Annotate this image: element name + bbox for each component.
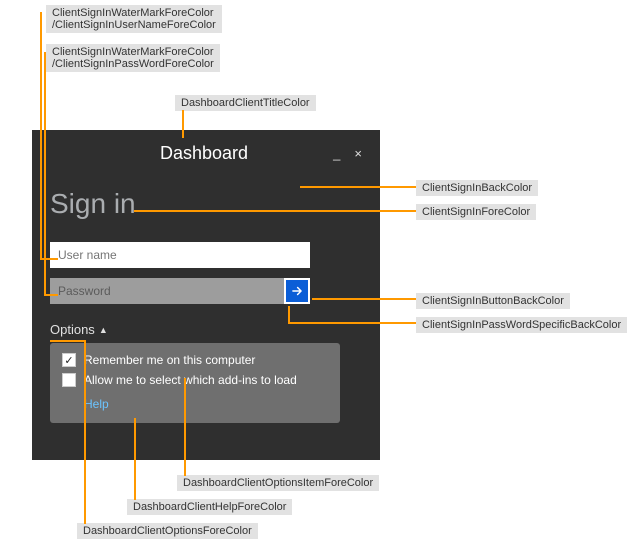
remember-label: Remember me on this computer	[84, 353, 255, 367]
help-link[interactable]: Help	[84, 397, 109, 411]
options-toggle[interactable]: Options ▲	[50, 322, 362, 337]
options-toggle-label: Options	[50, 322, 95, 337]
label-options-item-fore: DashboardClientOptionsItemForeColor	[177, 475, 379, 491]
minimize-icon[interactable]: _	[333, 146, 340, 161]
connector	[50, 340, 86, 342]
password-input[interactable]	[50, 278, 284, 304]
window-controls: _ ×	[333, 146, 362, 161]
options-panel: ✓ Remember me on this computer Allow me …	[50, 343, 340, 423]
label-watermark-pass-fore: ClientSignInWaterMarkForeColor /ClientSi…	[46, 44, 220, 72]
addins-row[interactable]: Allow me to select which add-ins to load	[62, 373, 328, 387]
connector	[134, 418, 136, 500]
connector	[184, 378, 186, 476]
connector	[182, 110, 184, 138]
connector	[40, 12, 42, 260]
label-watermark-user-fore: ClientSignInWaterMarkForeColor /ClientSi…	[46, 5, 222, 33]
label-button-back: ClientSignInButtonBackColor	[416, 293, 570, 309]
close-icon[interactable]: ×	[354, 146, 362, 161]
username-input[interactable]	[50, 242, 310, 268]
connector	[40, 258, 58, 260]
title-bar: Dashboard _ ×	[50, 140, 362, 166]
remember-checkbox[interactable]: ✓	[62, 353, 76, 367]
label-fore-color: ClientSignInForeColor	[416, 204, 536, 220]
label-title-color: DashboardClientTitleColor	[175, 95, 316, 111]
signin-heading: Sign in	[50, 188, 362, 220]
connector	[134, 210, 416, 212]
addins-checkbox[interactable]	[62, 373, 76, 387]
password-row	[50, 278, 310, 304]
connector	[288, 306, 290, 322]
connector	[44, 294, 58, 296]
dashboard-title: Dashboard	[160, 143, 248, 164]
signin-button[interactable]	[284, 278, 310, 304]
label-back-color: ClientSignInBackColor	[416, 180, 538, 196]
label-help-fore: DashboardClientHelpForeColor	[127, 499, 292, 515]
connector	[300, 186, 416, 188]
connector	[84, 340, 86, 524]
caret-up-icon: ▲	[99, 325, 108, 335]
label-options-fore: DashboardClientOptionsForeColor	[77, 523, 258, 539]
connector	[312, 298, 416, 300]
arrow-right-icon	[290, 284, 304, 298]
label-pw-specific-back: ClientSignInPassWordSpecificBackColor	[416, 317, 627, 333]
remember-row[interactable]: ✓ Remember me on this computer	[62, 353, 328, 367]
addins-label: Allow me to select which add-ins to load	[84, 373, 297, 387]
connector	[288, 322, 416, 324]
connector	[44, 52, 46, 296]
